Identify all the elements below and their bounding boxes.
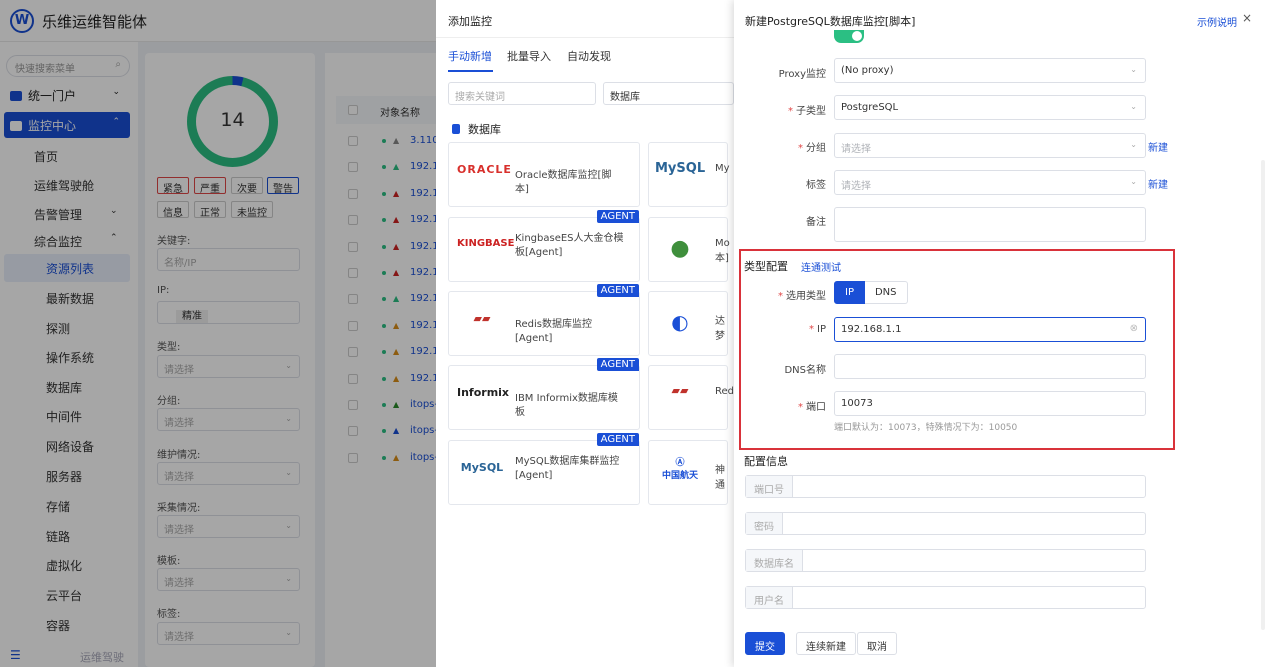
add-monitor-panel: 添加监控 手动新增 批量导入 自动发现 搜索关键词 数据库 数据库 ORACLE… bbox=[436, 0, 734, 667]
card-informix[interactable]: AGENT Informix IBM Informix数据库模板 bbox=[448, 358, 640, 430]
remark-textarea[interactable] bbox=[834, 207, 1146, 242]
card-redis-2[interactable]: ▰▰ Red bbox=[648, 365, 734, 430]
port-number-field[interactable]: 端口号 bbox=[745, 475, 1146, 498]
card-mysql[interactable]: MySQL My bbox=[648, 142, 730, 207]
card-shentong[interactable]: Ⓐ 中国航天 神通 bbox=[648, 440, 728, 505]
agent-badge: AGENT bbox=[596, 358, 639, 371]
mysql-logo-icon: MySQL bbox=[460, 461, 504, 474]
drawer-scrollbar[interactable] bbox=[1261, 160, 1265, 630]
card-oracle[interactable]: ORACLE Oracle数据库监控[脚本] bbox=[448, 142, 640, 207]
new-monitor-drawer: 新建PostgreSQL数据库监控[脚本] 示例说明 × Proxy监控 (No… bbox=[734, 0, 1267, 667]
database-section-title: 数据库 bbox=[452, 121, 501, 137]
chevron-down-icon: ⌄ bbox=[1130, 65, 1137, 74]
subtype-label: * 子类型 bbox=[788, 106, 826, 117]
tag-label: 标签 bbox=[806, 180, 826, 191]
drawer-title: 新建PostgreSQL数据库监控[脚本] bbox=[745, 15, 916, 28]
mongodb-leaf-icon: ● bbox=[670, 236, 690, 261]
card-mysql-cluster[interactable]: AGENT MySQL MySQL数据库集群监控[Agent] bbox=[448, 433, 640, 505]
connectivity-test-link[interactable]: 连通测试 bbox=[801, 259, 841, 274]
clear-icon[interactable]: ⊗ bbox=[1130, 323, 1138, 334]
chevron-down-icon: ⌄ bbox=[1130, 177, 1137, 186]
remark-label: 备注 bbox=[806, 217, 826, 228]
ip-input[interactable]: 192.168.1.1 ⊗ bbox=[834, 317, 1146, 342]
informix-logo-icon: Informix bbox=[457, 386, 510, 399]
ip-label: * IP bbox=[809, 324, 826, 335]
tab-batch-import[interactable]: 批量导入 bbox=[507, 48, 551, 64]
group-select[interactable]: 请选择 ⌄ bbox=[834, 133, 1146, 158]
submit-button[interactable]: 提交 bbox=[745, 632, 785, 655]
redis-logo-icon: ▰▰ bbox=[671, 384, 689, 397]
kingbase-logo-icon: KINGBASE bbox=[457, 238, 515, 249]
mysql-logo-icon: MySQL bbox=[655, 161, 706, 176]
new-tag-link[interactable]: 新建 bbox=[1148, 176, 1168, 191]
oracle-logo-icon: ORACLE bbox=[457, 163, 512, 176]
total-count: 14 bbox=[220, 109, 245, 131]
chevron-down-icon: ⌄ bbox=[1130, 140, 1137, 149]
password-field[interactable]: 密码 bbox=[745, 512, 1146, 535]
username-field[interactable]: 用户名 bbox=[745, 586, 1146, 609]
active-tab-indicator bbox=[448, 70, 493, 72]
config-info-title: 配置信息 bbox=[744, 455, 788, 468]
card-redis[interactable]: AGENT ▰▰ Redis数据库监控[Agent] bbox=[448, 284, 640, 356]
database-icon bbox=[452, 124, 460, 134]
database-name-field[interactable]: 数据库名 bbox=[745, 549, 1146, 572]
casc-logo-icon: Ⓐ 中国航天 bbox=[661, 458, 698, 481]
select-type-label: * 选用类型 bbox=[778, 291, 826, 302]
agent-badge: AGENT bbox=[596, 433, 639, 446]
add-monitor-title: 添加监控 bbox=[448, 15, 492, 28]
type-ip-option[interactable]: IP bbox=[834, 281, 865, 304]
example-help-link[interactable]: 示例说明 bbox=[1197, 14, 1237, 29]
new-group-link[interactable]: 新建 bbox=[1148, 139, 1168, 154]
group-label: * 分组 bbox=[798, 143, 826, 154]
category-select[interactable]: 数据库 bbox=[603, 82, 734, 105]
continue-create-button[interactable]: 连续新建 bbox=[796, 632, 856, 655]
type-segmented-control: IP DNS bbox=[834, 281, 908, 304]
keyword-search-input[interactable]: 搜索关键词 bbox=[448, 82, 596, 105]
port-label: * 端口 bbox=[798, 402, 826, 413]
dns-name-input[interactable] bbox=[834, 354, 1146, 379]
proxy-label: Proxy监控 bbox=[778, 69, 826, 80]
card-mongodb[interactable]: ● Mo 本] bbox=[648, 217, 730, 282]
dns-name-label: DNS名称 bbox=[784, 365, 826, 376]
tag-select[interactable]: 请选择 ⌄ bbox=[834, 170, 1146, 195]
cancel-button[interactable]: 取消 bbox=[857, 632, 897, 655]
dameng-logo-icon: ◐ bbox=[671, 310, 689, 334]
enable-toggle[interactable] bbox=[834, 30, 864, 43]
type-dns-option[interactable]: DNS bbox=[864, 281, 908, 304]
chevron-down-icon: ⌄ bbox=[1130, 102, 1137, 111]
close-icon[interactable]: × bbox=[1242, 11, 1252, 25]
port-hint: 端口默认为：10073，特殊情况下为：10050 bbox=[834, 423, 1018, 433]
tab-auto-discovery[interactable]: 自动发现 bbox=[567, 48, 611, 64]
agent-badge: AGENT bbox=[596, 284, 639, 297]
proxy-select[interactable]: (No proxy) ⌄ bbox=[834, 58, 1146, 83]
subtype-select[interactable]: PostgreSQL ⌄ bbox=[834, 95, 1146, 120]
divider bbox=[436, 37, 734, 38]
card-dameng[interactable]: ◐ 达梦 bbox=[648, 291, 728, 356]
redis-logo-icon: ▰▰ bbox=[473, 312, 491, 325]
agent-badge: AGENT bbox=[596, 210, 639, 223]
type-config-title: 类型配置 bbox=[744, 260, 788, 273]
card-kingbase[interactable]: AGENT KINGBASE KingbaseES人大金仓模板[Agent] bbox=[448, 210, 640, 282]
tab-manual-add[interactable]: 手动新增 bbox=[448, 48, 492, 64]
port-input[interactable]: 10073 bbox=[834, 391, 1146, 416]
